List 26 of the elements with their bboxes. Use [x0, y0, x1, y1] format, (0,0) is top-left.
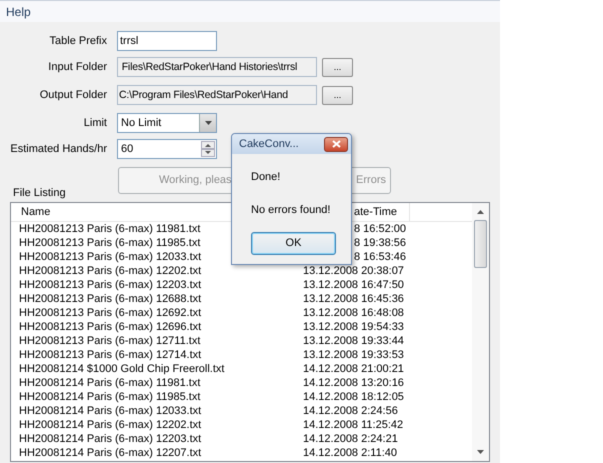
- field-label: Estimated Hands/hr: [9, 142, 107, 157]
- date-cell: 8 16:52:00: [354, 222, 406, 236]
- date-cell: 13.12.2008 20:38:07: [303, 264, 404, 278]
- date-cell: 14.12.2008 2:11:40: [303, 446, 397, 460]
- dialog-message: No errors found!: [251, 202, 330, 218]
- date-cell: 13.12.2008 19:33:44: [303, 334, 404, 348]
- dialog-title: CakeConv...: [239, 136, 299, 152]
- date-cell: 13.12.2008 16:48:08: [303, 306, 404, 320]
- date-cell: 8 16:53:46: [354, 250, 406, 264]
- date-cell: 13.12.2008 16:45:36: [303, 292, 404, 306]
- date-cell: 13.12.2008 19:54:33: [303, 320, 404, 334]
- dialog-message: Done!: [251, 170, 280, 185]
- date-cell: 14.12.2008 21:00:21: [303, 362, 404, 376]
- field-label: Table Prefix: [48, 34, 107, 49]
- date-cell: 14.12.2008 2:24:56: [303, 404, 398, 418]
- section-label: File Listing: [13, 186, 67, 200]
- date-cell: 13.12.2008 16:47:50: [303, 278, 404, 292]
- date-cell: 8 19:38:56: [354, 236, 406, 250]
- field-label: Output Folder: [38, 88, 107, 103]
- field-label: Limit: [82, 116, 107, 131]
- date-cell: 14.12.2008 11:25:42: [303, 418, 404, 432]
- date-cell: 13.12.2008 19:33:53: [303, 348, 404, 362]
- date-cell: 14.12.2008 2:24:21: [303, 432, 398, 446]
- date-cell: 14.12.2008 13:20:16: [303, 376, 404, 390]
- date-cell: 14.12.2008 18:12:05: [303, 390, 404, 404]
- field-label: Input Folder: [47, 60, 107, 75]
